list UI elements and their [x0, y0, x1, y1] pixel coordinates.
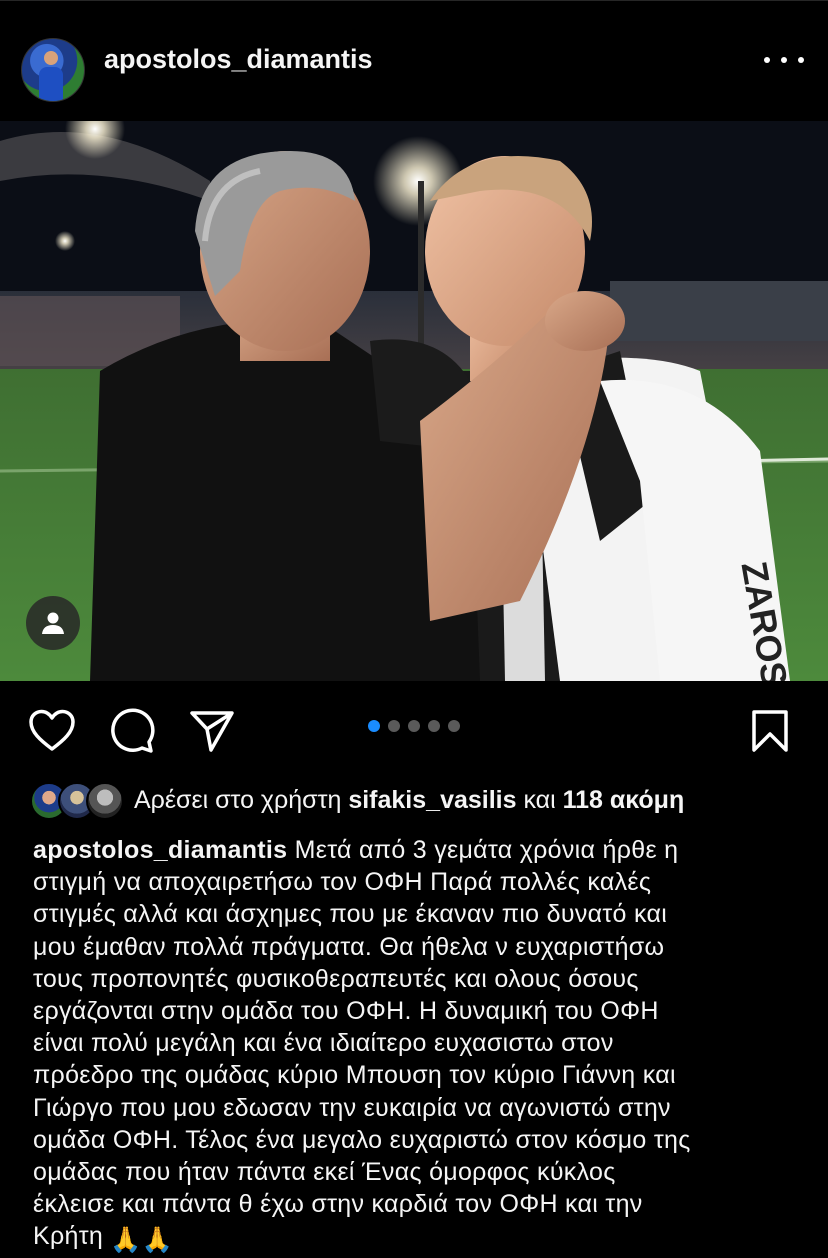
- bookmark-icon[interactable]: [745, 706, 795, 756]
- caption-line: ομάδα ΟΦΗ. Τέλος ένα μεγαλο ευχαριστώ στ…: [33, 1125, 691, 1154]
- caption-line: στιγμές αλλά και άσχημες που με έκαναν π…: [33, 900, 668, 929]
- carousel-dot: [448, 720, 460, 732]
- caption-username[interactable]: apostolos_diamantis: [33, 836, 287, 864]
- comment-icon[interactable]: [107, 706, 157, 756]
- caption-line: εργάζονται στην ομάδα του ΟΦΗ. Η δυναμικ…: [33, 997, 659, 1026]
- likes-row[interactable]: Αρέσει στο χρήστη sifakis_vasilis και 11…: [0, 778, 828, 822]
- caption-line: μου έμαθαν πολλά πράγματα. Θα ήθελα ν ευ…: [33, 932, 665, 961]
- author-username[interactable]: apostolos_diamantis: [104, 44, 373, 75]
- liker-avatars: [30, 782, 124, 820]
- likes-summary[interactable]: Αρέσει στο χρήστη sifakis_vasilis και 11…: [134, 786, 684, 815]
- caption-text: Μετά από 3 γεμάτα χρόνια ήρθε η: [287, 836, 679, 864]
- top-divider: [0, 0, 828, 1]
- post-header: apostolos_diamantis: [0, 6, 828, 114]
- post-actions-bar: [0, 690, 828, 770]
- caption-line: στιγμή να αποχαιρετήσω τον ΟΦΗ Παρά πολλ…: [33, 868, 652, 897]
- likes-count[interactable]: 118 ακόμη: [563, 786, 685, 814]
- caption-line: ομάδας που ήταν πάντα εκεί Ένας όμορφος …: [33, 1158, 616, 1187]
- author-avatar[interactable]: [21, 38, 85, 102]
- liker-avatar: [86, 782, 124, 820]
- person-icon: [42, 612, 64, 634]
- caption-line: είναι πολύ μεγάλη και ένα ιδιαίτερο ευχα…: [33, 1029, 614, 1058]
- carousel-dot: [388, 720, 400, 732]
- caption-line: τους προπονητές φυσικοθεραπευτές και ολο…: [33, 964, 639, 993]
- liker-username[interactable]: sifakis_vasilis: [348, 786, 516, 814]
- post-photo-image: ZAROS: [0, 121, 828, 681]
- caption-line: apostolos_diamantis Μετά από 3 γεμάτα χρ…: [33, 834, 803, 866]
- caption-text: Κρήτη: [33, 1222, 111, 1251]
- post-caption: apostolos_diamantis Μετά από 3 γεμάτα χρ…: [33, 834, 803, 1257]
- likes-prefix: Αρέσει στο χρήστη: [134, 786, 349, 814]
- more-options-icon[interactable]: [764, 49, 804, 71]
- likes-connector: και: [516, 786, 563, 814]
- carousel-dot: [408, 720, 420, 732]
- caption-line: έκλεισε και πάντα θ έχω στην καρδιά τον …: [33, 1190, 643, 1219]
- carousel-dot: [428, 720, 440, 732]
- tagged-people-button[interactable]: [26, 596, 80, 650]
- heart-icon[interactable]: [27, 706, 77, 756]
- carousel-indicator: [368, 720, 460, 732]
- share-icon[interactable]: [187, 706, 237, 756]
- caption-line: Κρήτη 🙏🙏: [33, 1220, 803, 1256]
- post-photo[interactable]: ZAROS: [0, 121, 828, 681]
- caption-line: Γιώργο που μου εδωσαν την ευκαιρία να αγ…: [33, 1093, 671, 1122]
- caption-line: πρόεδρο της ομάδας κύριο Μπουση τον κύρι…: [33, 1061, 676, 1090]
- praying-hands-emoji: 🙏🙏: [110, 1226, 174, 1255]
- carousel-dot: [368, 720, 380, 732]
